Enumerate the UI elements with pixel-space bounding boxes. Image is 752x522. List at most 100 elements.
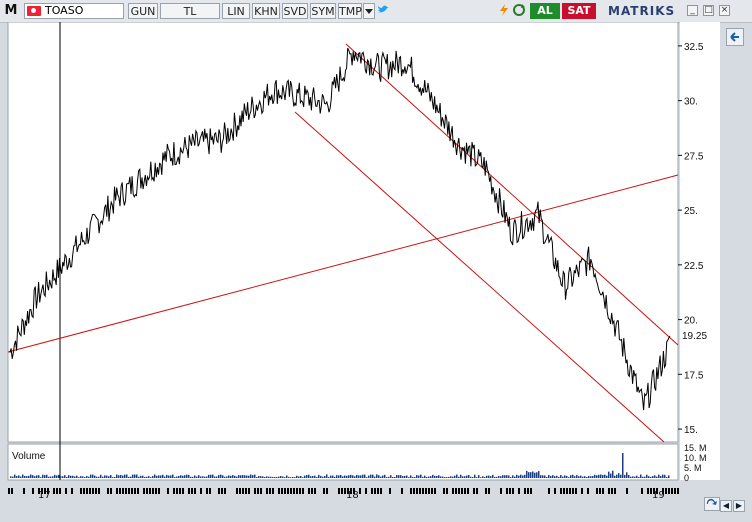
period-button[interactable]: GUN: [128, 3, 158, 19]
volume-bar: [108, 476, 110, 478]
matriks-logo-icon[interactable]: M: [2, 3, 20, 19]
tmp-button[interactable]: TMP: [338, 3, 362, 19]
volume-bar: [244, 475, 246, 478]
sell-button[interactable]: SAT: [562, 3, 596, 19]
volume-bar: [630, 476, 632, 478]
volume-bar: [90, 474, 92, 478]
volume-bar: [470, 476, 472, 478]
date-tick: [158, 488, 160, 494]
close-button[interactable]: ×: [719, 5, 730, 16]
volume-bar: [634, 476, 636, 478]
volume-bar: [330, 475, 332, 478]
volume-bar: [118, 475, 120, 478]
date-tick: [458, 488, 460, 494]
sym-button[interactable]: SYM: [310, 3, 336, 19]
volume-bar: [150, 477, 152, 478]
volume-tick-label: 10. M: [684, 453, 707, 463]
volume-bar: [152, 476, 154, 478]
volume-bar: [296, 475, 298, 478]
volume-bar: [110, 475, 112, 478]
volume-bar: [370, 474, 372, 478]
date-tick: [269, 488, 271, 494]
date-tick: [599, 488, 601, 494]
volume-bar: [666, 477, 668, 478]
volume-bar: [288, 476, 290, 478]
volume-bar: [208, 474, 210, 478]
price-tick-label: 25.: [684, 206, 698, 217]
volume-bar: [402, 476, 404, 478]
volume-bar: [464, 476, 466, 478]
date-tick: [488, 488, 490, 494]
lightning-icon[interactable]: [498, 3, 510, 19]
date-tick: [560, 488, 562, 494]
volume-bar: [332, 475, 334, 478]
volume-tick-label: 0: [684, 473, 689, 483]
volume-bar: [154, 474, 156, 478]
date-tick: [563, 488, 565, 494]
date-tick: [614, 488, 616, 494]
volume-bar: [22, 474, 24, 478]
khn-button[interactable]: KHN: [252, 3, 280, 19]
price-chart[interactable]: 32.5 30. 27.5 25. 22.5 20. 17.5 15. Volume 15. …: [0, 22, 722, 488]
date-tick: [677, 488, 679, 494]
volume-bar: [270, 476, 272, 478]
date-tick: [302, 488, 304, 494]
volume-bar: [506, 475, 508, 478]
volume-bar: [200, 476, 202, 478]
maximize-button[interactable]: □: [703, 5, 714, 16]
volume-bar: [640, 474, 642, 478]
volume-bar: [460, 474, 462, 478]
volume-bar: [548, 474, 550, 478]
volume-bar: [424, 475, 426, 478]
chevron-down-icon[interactable]: [363, 3, 375, 19]
date-tick: [512, 488, 514, 494]
sync-icon[interactable]: [704, 497, 720, 511]
volume-bar: [138, 476, 140, 478]
volume-bar: [180, 475, 182, 478]
date-tick: [455, 488, 457, 494]
volume-bar: [488, 475, 490, 478]
date-tick: [461, 488, 463, 494]
date-tick: [509, 488, 511, 494]
volume-bar: [140, 475, 142, 478]
volume-bar: [178, 475, 180, 478]
date-tick: [287, 488, 289, 494]
volume-bar: [72, 475, 74, 478]
volume-bar: [210, 474, 212, 478]
right-panel: [722, 22, 752, 522]
currency-button[interactable]: TL: [160, 3, 220, 19]
volume-bar: [490, 476, 492, 478]
date-tick: [596, 488, 598, 494]
volume-bar: [578, 476, 580, 478]
volume-bar: [318, 474, 320, 478]
price-tick-label: 15.: [684, 425, 698, 436]
date-tick: [107, 488, 109, 494]
date-tick: [674, 488, 676, 494]
scale-button[interactable]: LIN: [222, 3, 250, 19]
scroll-left-icon[interactable]: ◀: [720, 500, 732, 512]
date-tick: [146, 488, 148, 494]
back-arrow-icon[interactable]: [726, 28, 744, 46]
date-tick: [206, 488, 208, 494]
refresh-icon[interactable]: [512, 3, 526, 19]
date-tick: [65, 488, 67, 494]
date-strip[interactable]: [8, 488, 679, 494]
volume-bar: [524, 474, 526, 478]
scroll-right-icon[interactable]: ▶: [733, 500, 745, 512]
minimize-button[interactable]: _: [687, 5, 698, 16]
symbol-selector[interactable]: TOASO: [24, 3, 124, 19]
date-tick: [665, 488, 667, 494]
svd-button[interactable]: SVD: [282, 3, 308, 19]
volume-bar: [646, 474, 648, 478]
volume-bar: [310, 476, 312, 478]
date-tick: [245, 488, 247, 494]
buy-button[interactable]: AL: [530, 3, 560, 19]
volume-bar: [660, 476, 662, 478]
date-tick: [191, 488, 193, 494]
volume-bar: [564, 475, 566, 478]
date-tick: [587, 488, 589, 494]
volume-bar: [134, 474, 136, 478]
volume-bar: [262, 476, 264, 478]
date-tick: [452, 488, 454, 494]
twitter-icon[interactable]: [376, 3, 390, 19]
